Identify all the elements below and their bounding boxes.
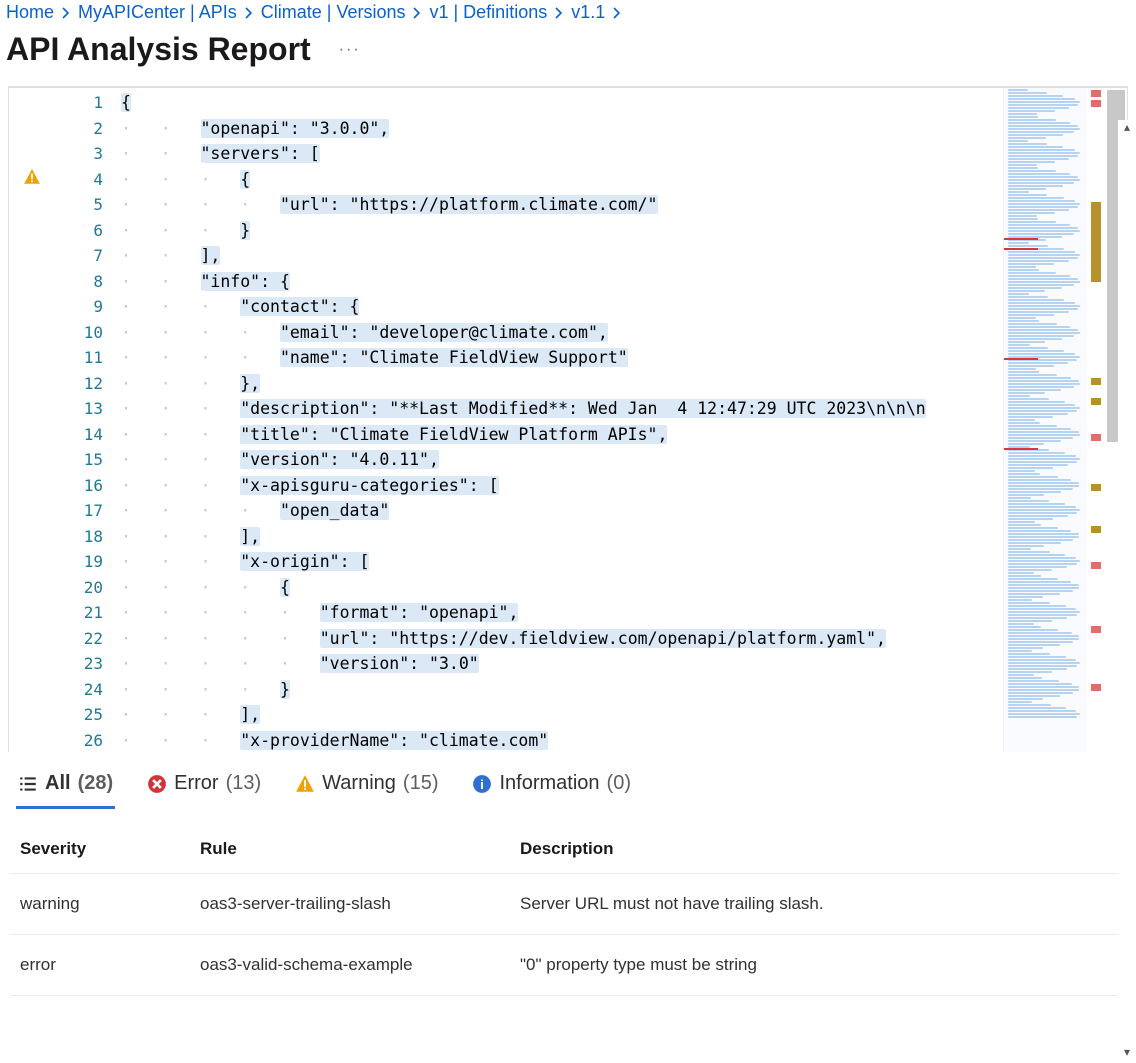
svg-text:i: i — [481, 777, 485, 792]
page-scrollbar[interactable]: ▴ ▾ — [1118, 120, 1136, 1063]
table-row[interactable]: warningoas3-server-trailing-slashServer … — [10, 874, 1126, 935]
breadcrumb-v11[interactable]: v1.1 — [571, 2, 605, 23]
cell-severity: warning — [10, 874, 190, 935]
chevron-right-icon — [411, 7, 423, 19]
tab-info-label: Information — [499, 772, 599, 795]
cell-rule: oas3-valid-schema-example — [190, 935, 510, 996]
table-row[interactable]: erroroas3-valid-schema-example"0" proper… — [10, 935, 1126, 996]
tab-warning-count: (15) — [403, 772, 439, 795]
table-body: warningoas3-server-trailing-slashServer … — [10, 874, 1126, 996]
cell-rule: oas3-server-trailing-slash — [190, 874, 510, 935]
code-content[interactable]: {· · "openapi": "3.0.0",· · "servers": [… — [121, 88, 997, 752]
tab-all[interactable]: All (28) — [18, 772, 113, 809]
warning-icon — [295, 774, 315, 794]
code-editor[interactable]: 1234567891011121314151617181920212223242… — [8, 86, 1128, 752]
cell-description: "0" property type must be string — [510, 935, 1126, 996]
breadcrumb-climate[interactable]: Climate | Versions — [261, 2, 406, 23]
breadcrumb-v1[interactable]: v1 | Definitions — [429, 2, 547, 23]
cell-severity: error — [10, 935, 190, 996]
tab-warning-label: Warning — [322, 772, 396, 795]
title-row: API Analysis Report ··· — [0, 23, 1136, 86]
chevron-right-icon — [611, 7, 623, 19]
overview-ruler[interactable] — [1089, 88, 1103, 752]
chevron-right-icon — [60, 7, 72, 19]
gutter-margin — [9, 88, 53, 752]
scroll-down-icon[interactable]: ▾ — [1118, 1045, 1136, 1059]
results-tabs: All (28) Error (13) Warning (15) i Infor… — [0, 752, 1136, 809]
chevron-right-icon — [243, 7, 255, 19]
error-icon — [147, 774, 167, 794]
tab-information[interactable]: i Information (0) — [472, 772, 631, 809]
minimap[interactable] — [1003, 88, 1087, 752]
results-table: Severity Rule Description warningoas3-se… — [10, 825, 1126, 996]
info-icon: i — [472, 774, 492, 794]
tab-error-label: Error — [174, 772, 218, 795]
tab-warning[interactable]: Warning (15) — [295, 772, 438, 809]
th-severity[interactable]: Severity — [10, 825, 190, 874]
breadcrumb-apicenter[interactable]: MyAPICenter | APIs — [78, 2, 237, 23]
tab-error[interactable]: Error (13) — [147, 772, 261, 809]
tab-all-count: (28) — [78, 772, 114, 795]
scroll-up-icon[interactable]: ▴ — [1118, 120, 1136, 134]
warning-glyph-icon[interactable] — [23, 168, 41, 191]
tab-all-label: All — [45, 772, 71, 795]
line-numbers: 1234567891011121314151617181920212223242… — [53, 88, 121, 752]
th-rule[interactable]: Rule — [190, 825, 510, 874]
breadcrumb: Home MyAPICenter | APIs Climate | Versio… — [0, 0, 1136, 23]
more-actions-button[interactable]: ··· — [335, 37, 365, 63]
chevron-right-icon — [553, 7, 565, 19]
breadcrumb-home[interactable]: Home — [6, 2, 54, 23]
th-description[interactable]: Description — [510, 825, 1126, 874]
list-icon — [18, 774, 38, 794]
tab-info-count: (0) — [607, 772, 631, 795]
tab-error-count: (13) — [226, 772, 262, 795]
table-header-row: Severity Rule Description — [10, 825, 1126, 874]
page-title: API Analysis Report — [6, 31, 311, 68]
cell-description: Server URL must not have trailing slash. — [510, 874, 1126, 935]
results-table-wrap: Severity Rule Description warningoas3-se… — [0, 809, 1136, 996]
